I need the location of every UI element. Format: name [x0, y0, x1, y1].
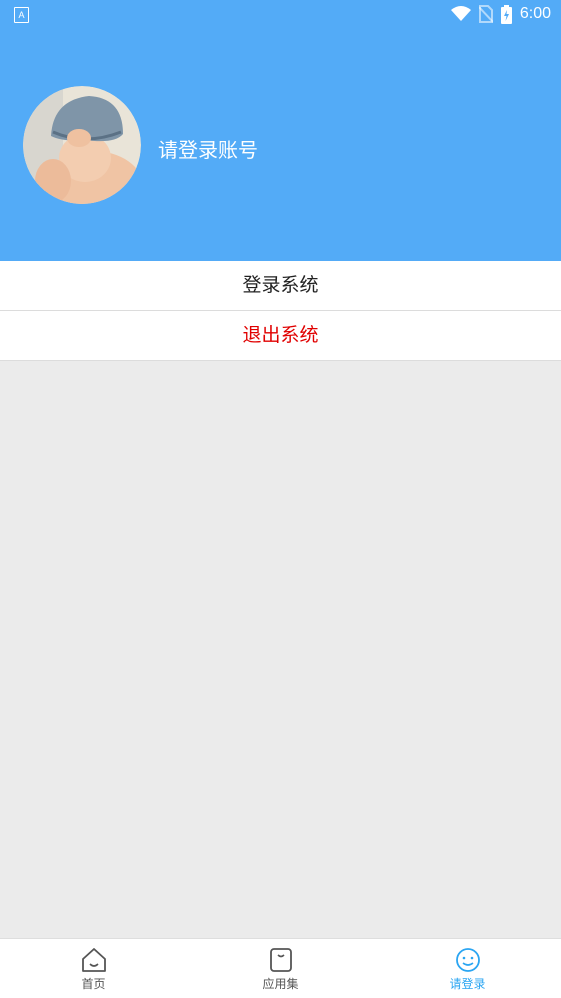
- apps-icon: [269, 948, 292, 972]
- tab-home[interactable]: 首页: [0, 939, 187, 998]
- tab-home-label: 首页: [81, 977, 106, 991]
- logout-button[interactable]: 退出系统: [0, 311, 561, 361]
- tab-login-label: 请登录: [449, 977, 486, 991]
- notification-icon: A: [14, 7, 29, 23]
- profile-header: A 6:00 请登录账号: [0, 0, 561, 261]
- login-prompt[interactable]: 请登录账号: [158, 134, 258, 163]
- home-icon: [81, 948, 106, 972]
- tab-login[interactable]: 请登录: [374, 939, 561, 998]
- status-time: 6:00: [519, 5, 551, 22]
- wifi-icon: [450, 6, 471, 21]
- smiley-icon: [455, 948, 480, 972]
- tab-apps-label: 应用集: [262, 977, 299, 991]
- status-bar: A 6:00: [0, 0, 561, 28]
- baby-photo-avatar: [23, 86, 141, 204]
- action-menu: 登录系统 退出系统: [0, 261, 561, 361]
- status-icons: 6:00: [450, 4, 551, 24]
- avatar[interactable]: [23, 86, 141, 204]
- login-button[interactable]: 登录系统: [0, 261, 561, 311]
- tab-apps[interactable]: 应用集: [187, 939, 374, 998]
- bottom-tab-bar: 首页 应用集 请登录: [0, 938, 561, 998]
- no-sim-icon: [478, 5, 493, 23]
- battery-charging-icon: [500, 4, 512, 24]
